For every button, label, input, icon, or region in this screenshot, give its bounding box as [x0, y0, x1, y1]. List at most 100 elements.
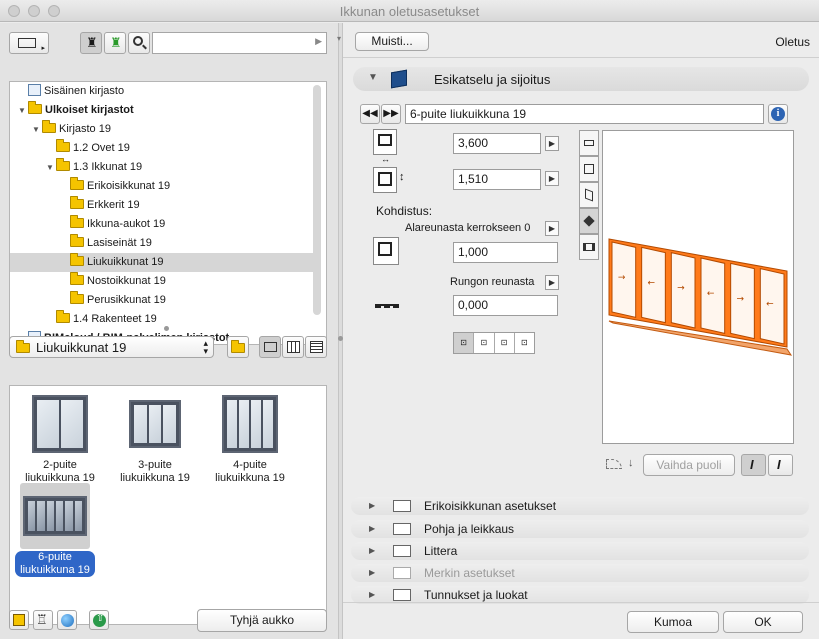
reveal-depth-icon	[373, 296, 405, 316]
anchor-label: Kohdistus:	[376, 204, 433, 218]
add-library-button[interactable]: ♖	[33, 610, 53, 630]
tree-item[interactable]: Nostoikkunat 19	[10, 272, 315, 291]
gallery-item[interactable]: 4-puite liukuikkuna 19	[210, 391, 290, 485]
list-icon	[310, 341, 323, 353]
disclosure-expanded-icon[interactable]: ▼	[32, 120, 42, 139]
view-tab-frames[interactable]	[579, 234, 599, 260]
panel-icon	[393, 523, 411, 535]
settings-panel-header[interactable]: ▶ Erikoisikkunan asetukset	[351, 497, 809, 515]
folder-icon	[70, 272, 84, 285]
folder-icon	[70, 291, 84, 304]
anchor-center-option[interactable]: ⊡	[454, 333, 475, 353]
3d-preview[interactable]: → ← → ← → ←	[602, 130, 794, 444]
tree-item[interactable]: ▼ Ulkoiset kirjastot	[10, 101, 315, 120]
view-small-icons-button[interactable]	[282, 336, 304, 358]
height-field[interactable]: 1,510	[453, 169, 541, 190]
height-menu-button[interactable]: ▶	[545, 171, 559, 186]
tree-item-label: Lasiseinät 19	[87, 237, 152, 249]
tree-scrollbar[interactable]	[313, 85, 321, 315]
bimcomponents-button[interactable]: ⇧	[89, 610, 109, 630]
view-mode-menu-button[interactable]: ▸	[9, 32, 49, 54]
ok-button[interactable]: OK	[723, 611, 803, 633]
width-menu-button[interactable]: ▶	[545, 136, 559, 151]
folder-icon	[70, 215, 84, 228]
tree-item[interactable]: Perusikkunat 19	[10, 291, 315, 310]
view-tab-plan[interactable]	[579, 156, 599, 182]
anchor-end-option[interactable]: ⊡	[515, 333, 534, 353]
settings-panel-header[interactable]: ▶ Merkin asetukset	[351, 564, 809, 582]
anchor-menu-button[interactable]: ▶	[545, 221, 559, 236]
object-info-button[interactable]: i	[768, 104, 788, 124]
tree-item[interactable]: 1.4 Rakenteet 19	[10, 310, 315, 329]
disclosure-expanded-icon[interactable]: ▼	[18, 101, 28, 120]
search-input[interactable]	[156, 34, 306, 52]
folder-icon	[70, 234, 84, 247]
search-go-icon[interactable]: ▶	[315, 36, 322, 47]
anchor-right-option[interactable]: ⊡	[495, 333, 515, 353]
split-handle[interactable]	[164, 326, 169, 331]
folder-icon	[70, 177, 84, 190]
preview-section-header[interactable]: ▼ Esikatselu ja sijoitus	[353, 67, 809, 91]
panel-icon	[393, 589, 411, 601]
object-gallery[interactable]: 2-puite liukuikkuna 19 3-puite liukuikkuna …	[9, 385, 327, 625]
gallery-item-label-line2: liukuikkuna 19	[20, 564, 90, 576]
memo-button[interactable]: Muisti...	[355, 32, 429, 51]
folder-up-icon	[231, 340, 245, 353]
tree-item[interactable]: Erikoisikkunat 19	[10, 177, 315, 196]
folder-select[interactable]: Liukuikkunat 19 ▴ ▾	[9, 336, 214, 358]
search-field[interactable]: ▶	[152, 32, 327, 54]
folder-select-value: Liukuikkunat 19	[36, 340, 127, 355]
object-name-field[interactable]: 6-puite liukuikkuna 19	[405, 104, 764, 124]
view-tab-elevation[interactable]	[579, 130, 599, 156]
tree-item[interactable]: Lasiseinät 19	[10, 234, 315, 253]
view-large-icons-button[interactable]	[259, 336, 281, 358]
collapse-arrow-icon[interactable]: ▾	[337, 34, 341, 43]
settings-panel-header[interactable]: ▶ Pohja ja leikkaus	[351, 520, 809, 538]
tree-item[interactable]: Sisäinen kirjasto	[10, 82, 315, 101]
tree-item[interactable]: Erkkerit 19	[10, 196, 315, 215]
view-list-button[interactable]	[305, 336, 327, 358]
view-tab-section[interactable]	[579, 182, 599, 208]
mirror-left-button[interactable]: I	[741, 454, 766, 476]
settings-panel-header[interactable]: ▶ Littera	[351, 542, 809, 560]
tree-item[interactable]: Ikkuna-aukot 19	[10, 215, 315, 234]
chair-filter-button[interactable]: ♜	[80, 32, 102, 54]
green-chair-filter-button[interactable]: ♜	[104, 32, 126, 54]
empty-opening-button[interactable]: Tyhjä aukko	[197, 609, 327, 632]
parent-folder-button[interactable]	[227, 336, 249, 358]
gallery-item[interactable]: 3-puite liukuikkuna 19	[115, 391, 195, 485]
slide-left-arrow-icon: ←	[707, 289, 715, 299]
width-icon	[373, 129, 397, 155]
library-icon	[28, 84, 41, 96]
frame-option: Rungon reunasta	[450, 276, 535, 288]
width-field[interactable]: 3,600	[453, 133, 541, 154]
gallery-item[interactable]: 2-puite liukuikkuna 19	[20, 391, 100, 485]
globe-button[interactable]	[57, 610, 77, 630]
frames-icon	[583, 243, 595, 251]
previous-object-button[interactable]: ◀◀	[360, 104, 380, 124]
tree-item[interactable]: ▼ Kirjasto 19	[10, 120, 315, 139]
library-manager-button[interactable]	[9, 610, 29, 630]
frame-offset-field[interactable]: 0,000	[453, 295, 558, 316]
anchor-point-segment[interactable]: ⊡ ⊡ ⊡ ⊡	[453, 332, 535, 354]
tree-item[interactable]: Liukuikkunat 19	[10, 253, 315, 272]
cancel-button[interactable]: Kumoa	[627, 611, 719, 633]
tree-item[interactable]: 1.2 Ovet 19	[10, 139, 315, 158]
tree-item[interactable]: ▼ 1.3 Ikkunat 19	[10, 158, 315, 177]
search-toggle-button[interactable]	[128, 32, 150, 54]
green-chair-icon: ♜	[110, 35, 122, 50]
anchor-left-option[interactable]: ⊡	[474, 333, 495, 353]
window-settings-icon	[391, 69, 407, 89]
next-object-button[interactable]: ▶▶	[381, 104, 401, 124]
tree-item-label: Liukuikkunat 19	[87, 256, 164, 268]
tree-item-label: Erikoisikkunat 19	[87, 180, 171, 192]
gallery-item[interactable]: 6-puite liukuikkuna 19	[15, 483, 95, 577]
disclosure-expanded-icon[interactable]: ▼	[46, 158, 56, 177]
gallery-item-label-line2: liukuikkuna 19	[120, 472, 190, 484]
frame-menu-button[interactable]: ▶	[545, 275, 559, 290]
library-tree[interactable]: Sisäinen kirjasto ▼ Ulkoiset kirjastot ▼ Kir…	[9, 81, 327, 345]
view-tab-3d[interactable]	[579, 208, 599, 234]
mirror-right-button[interactable]: I	[768, 454, 793, 476]
flip-side-button[interactable]: Vaihda puoli	[643, 454, 735, 476]
anchor-height-field[interactable]: 1,000	[453, 242, 558, 263]
